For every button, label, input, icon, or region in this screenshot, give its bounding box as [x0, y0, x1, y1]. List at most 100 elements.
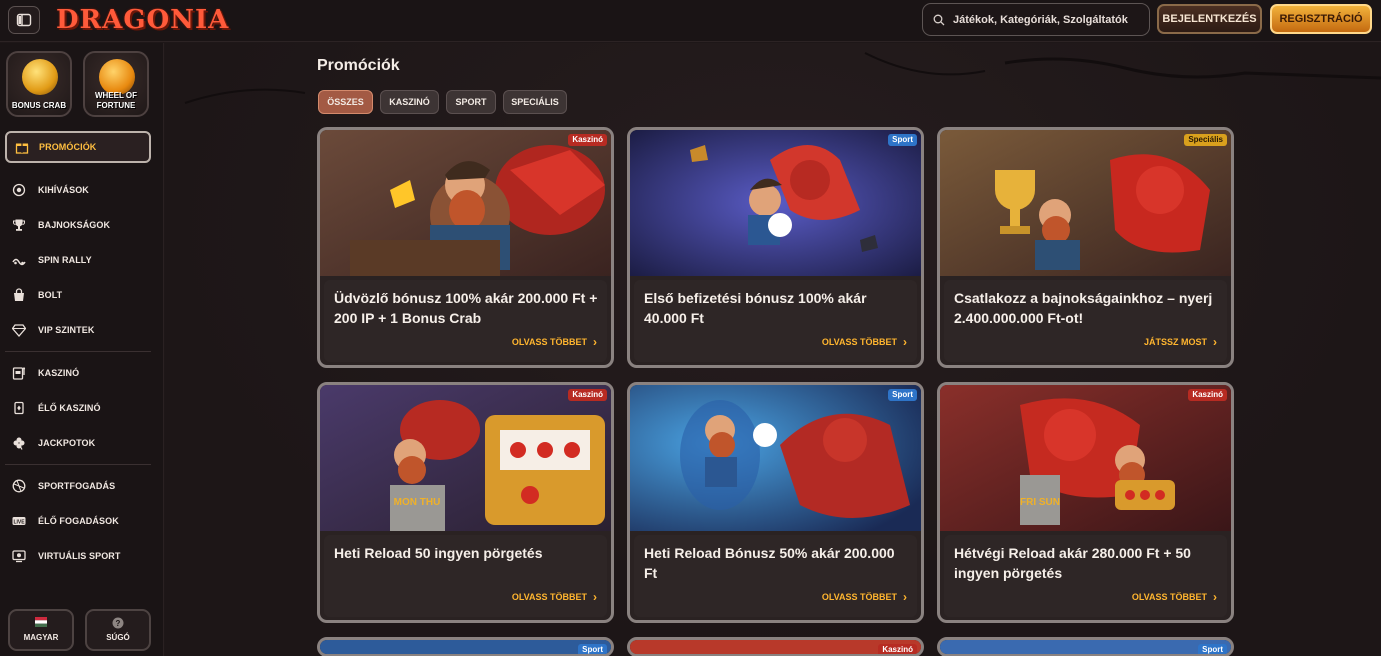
sidebar-item-challenges[interactable]: KIHÍVÁSOK — [12, 180, 89, 200]
brand-logo[interactable]: DRAGONIA — [56, 2, 229, 38]
register-button[interactable]: REGISZTRÁCIÓ — [1270, 4, 1372, 34]
promo-title: Üdvözlő bónusz 100% akár 200.000 Ft + 20… — [334, 290, 598, 326]
promo-title: Csatlakozz a bajnokságainkhoz – nyerj 2.… — [954, 290, 1213, 326]
language-label: MAGYAR — [23, 633, 59, 642]
svg-text:FRI SUN: FRI SUN — [1020, 497, 1060, 508]
sidebar-item-label: SPIN RALLY — [38, 255, 92, 265]
sidebar-toggle-icon — [16, 13, 32, 27]
svg-text:MON THU: MON THU — [394, 497, 441, 508]
sidebar-item-tournaments[interactable]: BAJNOKSÁGOK — [12, 215, 110, 235]
promo-card[interactable]: Sport Heti Reload Bónusz 50% akár 200.00… — [627, 382, 924, 623]
category-badge: Kaszinó — [568, 134, 607, 146]
clover-icon — [12, 436, 26, 450]
read-more-label: OLVASS TÖBBET — [821, 337, 897, 347]
read-more-link[interactable]: OLVASS TÖBBET › — [512, 590, 597, 604]
chevron-right-icon: › — [1213, 335, 1217, 349]
sidebar-item-label: BAJNOKSÁGOK — [38, 220, 111, 230]
search-box[interactable] — [922, 3, 1150, 36]
search-input[interactable] — [953, 13, 1143, 26]
sidebar-item-spin-rally[interactable]: SPIN RALLY — [12, 250, 92, 270]
read-more-link[interactable]: OLVASS TÖBBET › — [822, 590, 907, 604]
sidebar-item-live-casino[interactable]: ÉLŐ KASZINÓ — [12, 398, 101, 418]
sidebar-item-promotions[interactable]: PROMÓCIÓK — [5, 131, 151, 163]
game-tile-wheel-of-fortune[interactable]: WHEEL OF FORTUNE — [83, 51, 149, 117]
target-icon — [12, 183, 26, 197]
promo-image — [940, 640, 1231, 654]
promo-card-body: Csatlakozz a bajnokságainkhoz – nyerj 2.… — [944, 280, 1227, 362]
read-more-link[interactable]: OLVASS TÖBBET › — [1132, 590, 1217, 604]
promo-image-miner-gold — [320, 130, 611, 276]
promo-card-body: Első befizetési bónusz 100% akár 40.000 … — [634, 280, 917, 362]
language-button[interactable]: MAGYAR — [8, 609, 74, 651]
promo-image-slot-machine: MON THU — [320, 385, 611, 531]
promo-card-body: Hétvégi Reload akár 280.000 Ft + 50 ingy… — [944, 535, 1227, 617]
login-button[interactable]: BEJELENTKEZÉS — [1157, 4, 1262, 34]
sidebar-toggle-button[interactable] — [8, 6, 40, 34]
sidebar-item-shop[interactable]: BOLT — [12, 285, 62, 305]
promo-card-body: Heti Reload Bónusz 50% akár 200.000 Ft O… — [634, 535, 917, 617]
promo-card[interactable]: Sport Első befizetési bónusz 100% akár 4… — [627, 127, 924, 368]
search-icon — [933, 14, 945, 25]
cards-icon — [12, 401, 26, 415]
category-badge: Sport — [578, 644, 607, 654]
live-icon: LIVE — [12, 514, 26, 528]
help-button[interactable]: ? SÚGÓ — [85, 609, 151, 651]
gift-icon — [15, 140, 29, 154]
sidebar-item-virtual-sports[interactable]: VIRTUÁLIS SPORT — [12, 546, 121, 566]
sidebar-item-label: VIP SZINTEK — [38, 325, 95, 335]
sidebar-item-vip-levels[interactable]: VIP SZINTEK — [12, 320, 94, 340]
filter-all[interactable]: ÖSSZES — [318, 90, 373, 114]
sidebar-item-sports-betting[interactable]: SPORTFOGADÁS — [12, 476, 115, 496]
slot-icon — [12, 366, 26, 380]
category-badge: Kaszinó — [1188, 389, 1227, 401]
svg-text:?: ? — [116, 619, 121, 628]
promo-image-miner-soccer-night — [630, 130, 921, 276]
filter-casino[interactable]: KASZINÓ — [380, 90, 439, 114]
promo-card[interactable]: Sport — [937, 637, 1234, 656]
category-badge: Speciális — [1184, 134, 1227, 146]
sidebar-item-label: ÉLŐ FOGADÁSOK — [38, 516, 119, 526]
sidebar-item-label: VIRTUÁLIS SPORT — [38, 551, 121, 561]
promo-image — [320, 640, 611, 654]
category-badge: Kaszinó — [568, 389, 607, 401]
chevron-right-icon: › — [903, 335, 907, 349]
category-badge: Sport — [888, 134, 917, 146]
promo-card[interactable]: FRI SUN Kaszinó Hétvégi Reload akár 280.… — [937, 382, 1234, 623]
promo-card[interactable]: MON THU Kaszinó Heti Reload 50 ingyen pö… — [317, 382, 614, 623]
category-badge: Sport — [888, 389, 917, 401]
chevron-right-icon: › — [1213, 590, 1217, 604]
hungary-flag-icon — [35, 617, 47, 627]
sidebar-item-label: KIHÍVÁSOK — [38, 185, 89, 195]
sidebar-item-label: PROMÓCIÓK — [39, 142, 97, 152]
game-tile-bonus-crab[interactable]: BONUS CRAB — [6, 51, 72, 117]
promo-image-trophy-dragon — [940, 130, 1231, 276]
diamond-icon — [12, 323, 26, 337]
read-more-label: OLVASS TÖBBET — [1131, 592, 1207, 602]
play-now-link[interactable]: JÁTSSZ MOST › — [1144, 335, 1217, 349]
help-icon: ? — [112, 617, 124, 629]
read-more-link[interactable]: OLVASS TÖBBET › — [512, 335, 597, 349]
promo-card[interactable]: Sport — [317, 637, 614, 656]
sidebar-item-label: JACKPOTOK — [38, 438, 96, 448]
promo-card[interactable]: Kaszinó — [627, 637, 924, 656]
sidebar-item-label: ÉLŐ KASZINÓ — [38, 403, 101, 413]
filter-special[interactable]: SPECIÁLIS — [503, 90, 567, 114]
sidebar-item-jackpots[interactable]: JACKPOTOK — [12, 433, 95, 453]
sidebar-item-live-betting[interactable]: LIVE ÉLŐ FOGADÁSOK — [12, 511, 119, 531]
svg-text:LIVE: LIVE — [13, 519, 25, 525]
read-more-link[interactable]: OLVASS TÖBBET › — [822, 335, 907, 349]
promo-card-body: Heti Reload 50 ingyen pörgetés OLVASS TÖ… — [324, 535, 607, 617]
top-header: DRAGONIA BEJELENTKEZÉS REGISZTRÁCIÓ — [0, 0, 1381, 42]
virtual-icon — [12, 549, 26, 563]
category-badge: Sport — [1198, 644, 1227, 654]
promo-card[interactable]: Speciális Csatlakozz a bajnokságainkhoz … — [937, 127, 1234, 368]
read-more-label: OLVASS TÖBBET — [511, 337, 587, 347]
filter-sport[interactable]: SPORT — [446, 90, 496, 114]
rally-icon — [12, 253, 26, 267]
sidebar-item-casino[interactable]: KASZINÓ — [12, 363, 79, 383]
sidebar-item-label: KASZINÓ — [38, 368, 80, 378]
promo-title: Heti Reload 50 ingyen pörgetés — [334, 545, 543, 561]
read-more-label: OLVASS TÖBBET — [821, 592, 897, 602]
promo-image-dragon-soccer — [630, 385, 921, 531]
promo-card[interactable]: Kaszinó Üdvözlő bónusz 100% akár 200.000… — [317, 127, 614, 368]
